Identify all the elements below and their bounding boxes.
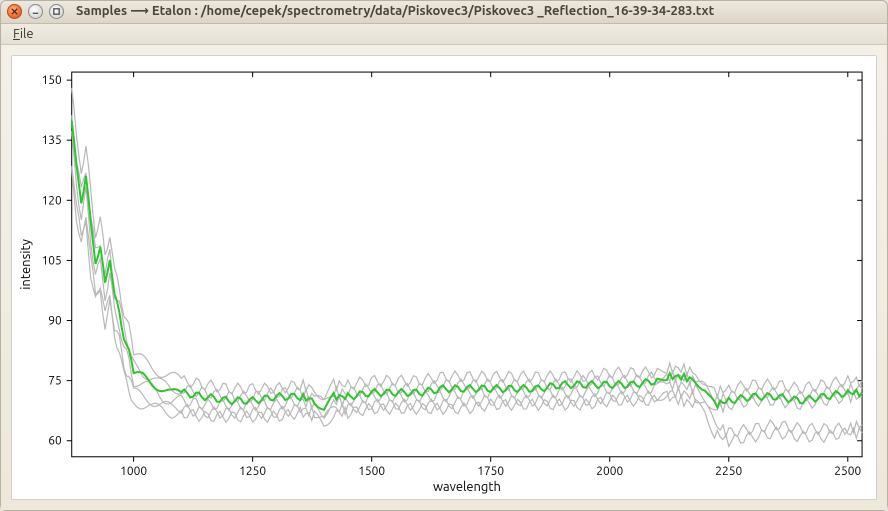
svg-text:75: 75 <box>48 375 61 388</box>
maximize-icon[interactable] <box>49 4 64 19</box>
svg-text:150: 150 <box>42 74 62 87</box>
svg-text:120: 120 <box>42 194 62 207</box>
svg-text:1000: 1000 <box>120 465 147 478</box>
window-titlebar: Samples ⟶ Etalon : /home/cepek/spectrome… <box>1 1 887 24</box>
menu-file-label-tail: ile <box>20 27 34 41</box>
svg-text:135: 135 <box>42 134 62 147</box>
svg-text:2000: 2000 <box>596 465 623 478</box>
close-icon[interactable] <box>7 4 22 19</box>
svg-text:90: 90 <box>48 315 62 328</box>
svg-text:2250: 2250 <box>715 465 742 478</box>
svg-text:wavelength: wavelength <box>433 480 501 494</box>
minimize-icon[interactable] <box>28 4 43 19</box>
menubar: File <box>1 24 887 45</box>
svg-text:2500: 2500 <box>834 465 861 478</box>
window-title: Samples ⟶ Etalon : /home/cepek/spectrome… <box>76 4 714 19</box>
svg-text:60: 60 <box>48 435 62 448</box>
spectrometry-chart: 1000 1250 1500 1750 2000 2250 2500 60 75 90 105 120… <box>11 55 877 500</box>
svg-text:1750: 1750 <box>477 465 504 478</box>
svg-text:intensity: intensity <box>19 239 33 290</box>
menu-file[interactable]: File <box>5 25 42 43</box>
plot-area: 1000 1250 1500 1750 2000 2250 2500 60 75 90 105 120… <box>1 45 887 510</box>
svg-text:1500: 1500 <box>358 465 385 478</box>
svg-text:1250: 1250 <box>239 465 266 478</box>
svg-text:105: 105 <box>42 254 62 267</box>
